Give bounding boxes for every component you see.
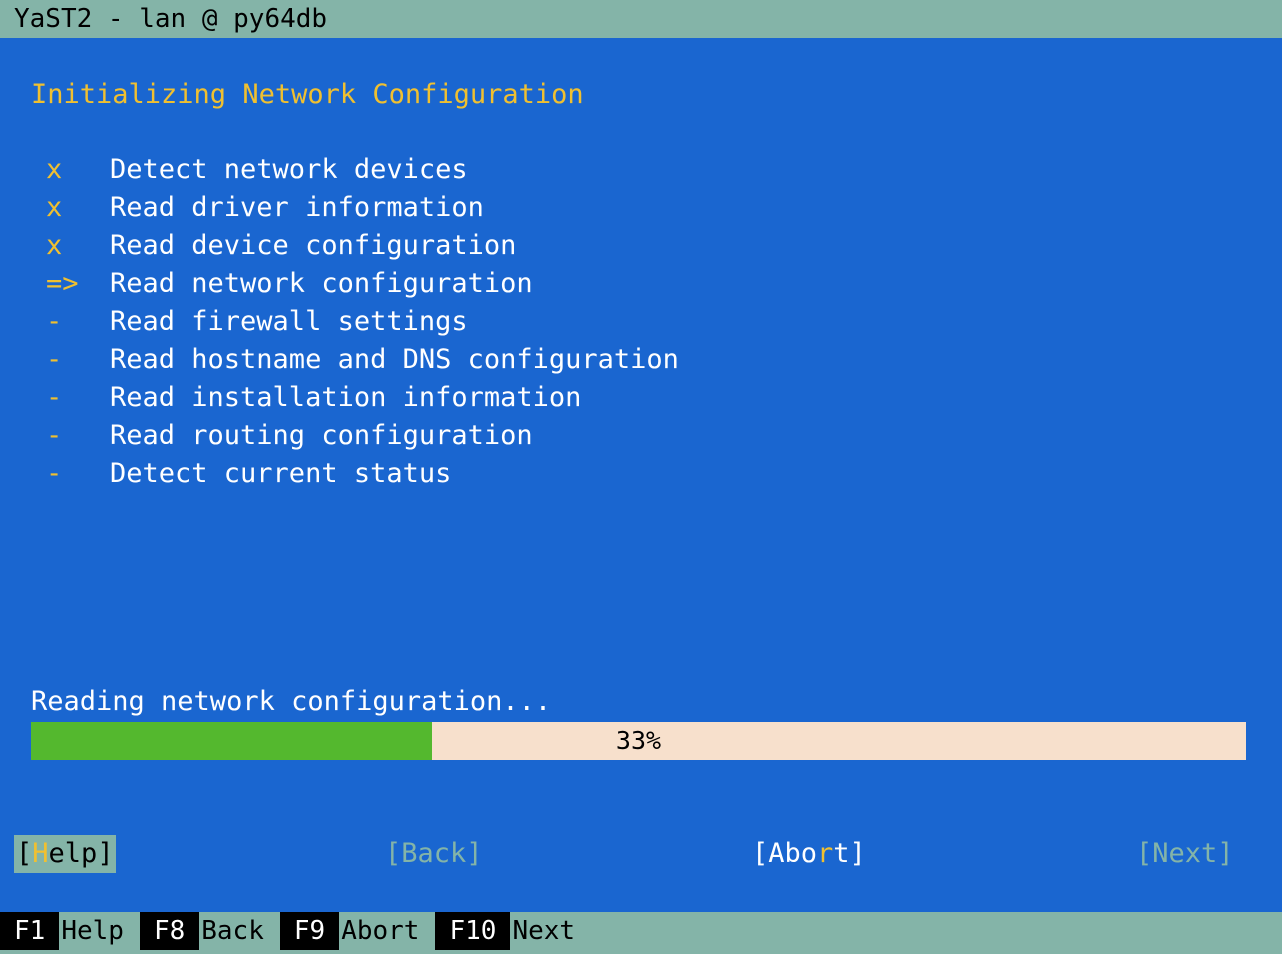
- page-title: Initializing Network Configuration: [31, 79, 584, 110]
- f1-help-key[interactable]: F1 Help: [0, 912, 140, 950]
- function-key-label: F9: [279, 912, 340, 950]
- function-key-bar: F1 Help F8 Back F9 Abort F10 Next: [0, 912, 1282, 954]
- f10-next-key[interactable]: F10 Next: [435, 912, 591, 950]
- window-title: YaST2 - lan @ py64db: [0, 0, 1282, 38]
- step-label: Read driver information: [110, 192, 484, 223]
- step-label: Read hostname and DNS configuration: [110, 344, 679, 375]
- function-key-description: Abort: [341, 916, 420, 946]
- help-button[interactable]: [Help]: [14, 835, 116, 873]
- abort-button-label-pre: [Abo: [752, 838, 818, 869]
- next-button[interactable]: [Next]: [1136, 835, 1234, 873]
- function-key-description: Help: [61, 916, 124, 946]
- step-pending-mark: -: [46, 420, 63, 451]
- function-key-label: F1: [0, 912, 60, 950]
- list-item: - Read firewall settings: [0, 303, 900, 341]
- list-item: x Detect network devices: [0, 151, 900, 189]
- list-item: x Read device configuration: [0, 227, 900, 265]
- list-item: x Read driver information: [0, 189, 900, 227]
- step-label: Read network configuration: [110, 268, 533, 299]
- step-pending-mark: -: [46, 344, 63, 375]
- function-key-description: Back: [201, 916, 264, 946]
- step-done-mark: x: [46, 230, 63, 261]
- back-button[interactable]: [Back]: [385, 835, 483, 873]
- abort-button[interactable]: [Abort]: [752, 835, 866, 873]
- step-label: Read installation information: [110, 382, 582, 413]
- step-pending-mark: -: [46, 458, 63, 489]
- f8-back-key[interactable]: F8 Back: [139, 912, 280, 950]
- function-key-label: F8: [139, 912, 200, 950]
- yast-screen: YaST2 - lan @ py64db Initializing Networ…: [0, 0, 1282, 954]
- function-key-description: Next: [512, 916, 576, 946]
- step-done-mark: x: [46, 192, 63, 223]
- list-item: - Detect current status: [0, 455, 900, 493]
- abort-button-hotkey: r: [817, 838, 834, 869]
- progress-percent-label: 33%: [615, 726, 662, 755]
- step-list: x Detect network devices x Read driver i…: [0, 151, 900, 493]
- step-pending-mark: -: [46, 382, 63, 413]
- help-button-open-bracket: [: [16, 838, 33, 869]
- step-label: Detect network devices: [110, 154, 468, 185]
- step-pending-mark: -: [46, 306, 63, 337]
- help-button-close-bracket: ]: [97, 838, 114, 869]
- step-current-arrow-icon: =>: [46, 268, 79, 299]
- step-label: Detect current status: [110, 458, 452, 489]
- function-key-label: F10: [435, 912, 511, 950]
- progress-bar: 33%: [31, 722, 1246, 760]
- abort-button-label-post: t]: [833, 838, 866, 869]
- list-item: => Read network configuration: [0, 265, 900, 303]
- help-button-hotkey: H: [32, 838, 49, 869]
- f9-abort-key[interactable]: F9 Abort: [279, 912, 436, 950]
- progress-status-text: Reading network configuration...: [31, 686, 552, 717]
- list-item: - Read routing configuration: [0, 417, 900, 455]
- list-item: - Read installation information: [0, 379, 900, 417]
- step-label: Read device configuration: [110, 230, 517, 261]
- step-done-mark: x: [46, 154, 63, 185]
- step-label: Read firewall settings: [110, 306, 468, 337]
- step-label: Read routing configuration: [110, 420, 533, 451]
- help-button-label-rest: elp: [48, 838, 98, 869]
- list-item: - Read hostname and DNS configuration: [0, 341, 900, 379]
